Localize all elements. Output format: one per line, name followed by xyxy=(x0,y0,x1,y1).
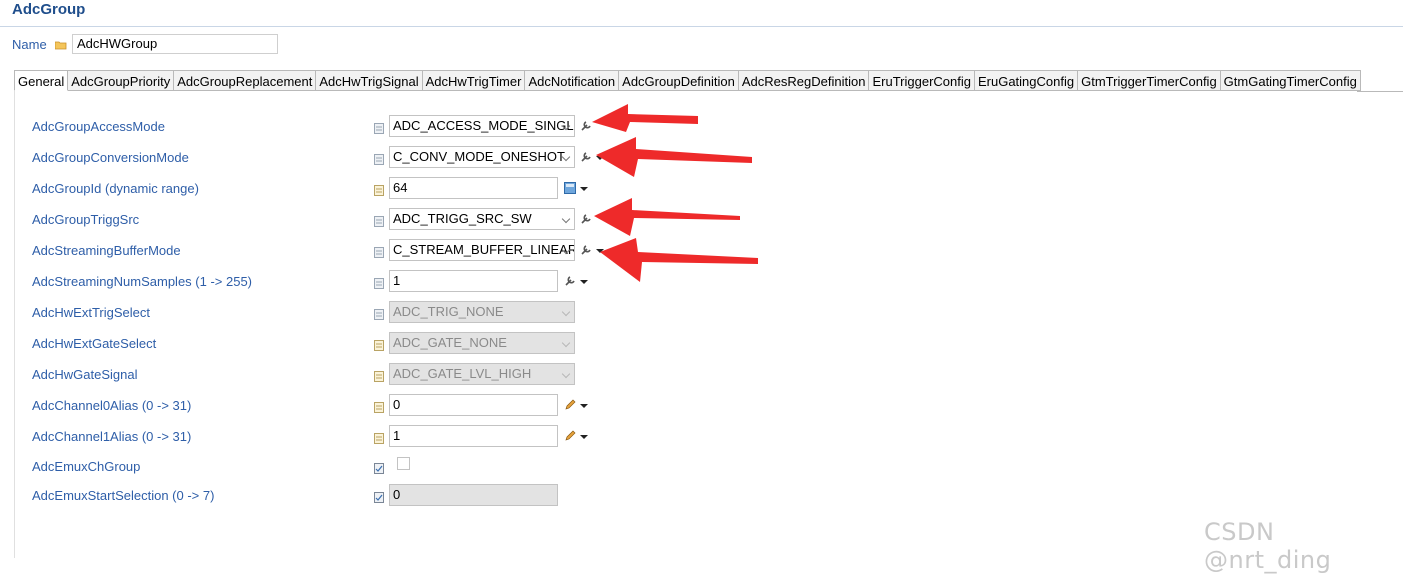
hw-gate-signal-select: ADC_GATE_LVL_HIGH xyxy=(389,363,575,385)
param-label: AdcStreamingNumSamples (1 -> 255) xyxy=(32,274,253,289)
parameter-icon xyxy=(374,247,384,258)
parameter-icon xyxy=(374,492,384,503)
wrench-icon[interactable] xyxy=(564,275,576,287)
tab-general[interactable]: General xyxy=(14,70,69,91)
wrench-icon[interactable] xyxy=(580,244,592,256)
parameter-icon xyxy=(374,463,384,474)
param-label: AdcGroupId (dynamic range) xyxy=(32,181,199,196)
param-label: AdcGroupAccessMode xyxy=(32,119,165,134)
tab-underline xyxy=(1357,91,1403,92)
emux-ch-group-checkbox[interactable] xyxy=(397,457,410,470)
parameter-icon xyxy=(374,185,384,196)
param-label: AdcGroupConversionMode xyxy=(32,150,189,165)
param-label: AdcEmuxStartSelection (0 -> 7) xyxy=(32,488,215,503)
parameter-icon xyxy=(374,278,384,289)
chevron-down-icon xyxy=(561,307,571,317)
parameter-icon xyxy=(374,433,384,444)
tab-adc-group-definition[interactable]: AdcGroupDefinition xyxy=(619,70,739,91)
select-value: ADC_GATE_NONE xyxy=(393,335,507,350)
param-label: AdcHwGateSignal xyxy=(32,367,138,382)
tab-adc-group-replacement[interactable]: AdcGroupReplacement xyxy=(174,70,317,91)
param-label: AdcChannel1Alias (0 -> 31) xyxy=(32,429,192,444)
caret-down-icon[interactable] xyxy=(580,187,588,191)
red-arrow-icon xyxy=(594,198,740,236)
select-value: C_CONV_MODE_ONESHOT xyxy=(393,149,565,164)
chevron-down-icon[interactable] xyxy=(561,214,571,224)
select-value: ADC_TRIGG_SRC_SW xyxy=(393,211,532,226)
parameter-icon xyxy=(374,340,384,351)
param-label: AdcEmuxChGroup xyxy=(32,459,141,474)
param-row-channel1-alias: AdcChannel1Alias (0 -> 31) 1 xyxy=(0,425,1403,449)
wrench-icon[interactable] xyxy=(580,213,592,225)
caret-down-icon[interactable] xyxy=(580,404,588,408)
chevron-down-icon xyxy=(561,338,571,348)
conversion-mode-select[interactable]: C_CONV_MODE_ONESHOT xyxy=(389,146,575,168)
title-divider xyxy=(0,26,1403,27)
red-arrow-icon xyxy=(596,137,752,177)
hw-ext-trig-select: ADC_TRIG_NONE xyxy=(389,301,575,323)
tab-gtm-trigger-timer-config[interactable]: GtmTriggerTimerConfig xyxy=(1078,70,1221,91)
param-label: AdcHwExtTrigSelect xyxy=(32,305,150,320)
folder-icon xyxy=(55,41,67,50)
tab-bar: General AdcGroupPriority AdcGroupReplace… xyxy=(14,70,1361,92)
select-value: C_STREAM_BUFFER_LINEAR xyxy=(393,242,575,257)
pencil-icon[interactable] xyxy=(564,399,576,411)
group-id-input[interactable]: 64 xyxy=(389,177,558,199)
name-input[interactable]: AdcHWGroup xyxy=(72,34,278,54)
tab-adc-notification[interactable]: AdcNotification xyxy=(525,70,620,91)
tab-gtm-gating-timer-config[interactable]: GtmGatingTimerConfig xyxy=(1220,70,1361,91)
emux-start-selection-input: 0 xyxy=(389,484,558,506)
param-label: AdcHwExtGateSelect xyxy=(32,336,157,351)
parameter-icon xyxy=(374,154,384,165)
parameter-icon xyxy=(374,216,384,227)
param-row-emux-ch-group: AdcEmuxChGroup xyxy=(0,455,1403,479)
streaming-num-samples-input[interactable]: 1 xyxy=(389,270,558,292)
calculator-icon[interactable] xyxy=(564,182,576,194)
param-label: AdcChannel0Alias (0 -> 31) xyxy=(32,398,192,413)
channel0-alias-input[interactable]: 0 xyxy=(389,394,558,416)
select-value: ADC_TRIG_NONE xyxy=(393,304,504,319)
wrench-icon[interactable] xyxy=(580,151,592,163)
pencil-icon[interactable] xyxy=(564,430,576,442)
channel1-alias-input[interactable]: 1 xyxy=(389,425,558,447)
hw-ext-gate-select: ADC_GATE_NONE xyxy=(389,332,575,354)
streaming-buffer-mode-select[interactable]: C_STREAM_BUFFER_LINEAR xyxy=(389,239,575,261)
name-label: Name xyxy=(12,37,47,52)
caret-down-icon[interactable] xyxy=(580,280,588,284)
select-value: ADC_ACCESS_MODE_SINGLE xyxy=(393,118,575,133)
parameter-icon xyxy=(374,402,384,413)
caret-down-icon[interactable] xyxy=(580,435,588,439)
editor-title: AdcGroup xyxy=(12,1,86,18)
trigg-src-select[interactable]: ADC_TRIGG_SRC_SW xyxy=(389,208,575,230)
param-label: AdcGroupTriggSrc xyxy=(32,212,140,227)
parameter-icon xyxy=(374,371,384,382)
param-row-hw-ext-gate-select: AdcHwExtGateSelect ADC_GATE_NONE xyxy=(0,332,1403,356)
parameter-icon xyxy=(374,123,384,134)
access-mode-select[interactable]: ADC_ACCESS_MODE_SINGLE xyxy=(389,115,575,137)
red-arrow-icon xyxy=(600,238,758,282)
select-value: ADC_GATE_LVL_HIGH xyxy=(393,366,532,381)
param-row-channel0-alias: AdcChannel0Alias (0 -> 31) 0 xyxy=(0,394,1403,418)
chevron-down-icon xyxy=(561,369,571,379)
parameter-icon xyxy=(374,309,384,320)
param-row-emux-start-selection: AdcEmuxStartSelection (0 -> 7) 0 xyxy=(0,484,1403,508)
tab-adc-hw-trig-timer[interactable]: AdcHwTrigTimer xyxy=(422,70,526,91)
tab-eru-gating-config[interactable]: EruGatingConfig xyxy=(974,70,1079,91)
param-label: AdcStreamingBufferMode xyxy=(32,243,181,258)
param-row-hw-ext-trig-select: AdcHwExtTrigSelect ADC_TRIG_NONE xyxy=(0,301,1403,325)
tab-adc-group-priority[interactable]: AdcGroupPriority xyxy=(68,70,175,91)
tab-adc-hw-trig-signal[interactable]: AdcHwTrigSignal xyxy=(316,70,423,91)
tab-adc-res-reg-definition[interactable]: AdcResRegDefinition xyxy=(738,70,870,91)
watermark: CSDN @nrt_ding xyxy=(1204,518,1332,574)
tab-eru-trigger-config[interactable]: EruTriggerConfig xyxy=(869,70,975,91)
param-row-hw-gate-signal: AdcHwGateSignal ADC_GATE_LVL_HIGH xyxy=(0,363,1403,387)
